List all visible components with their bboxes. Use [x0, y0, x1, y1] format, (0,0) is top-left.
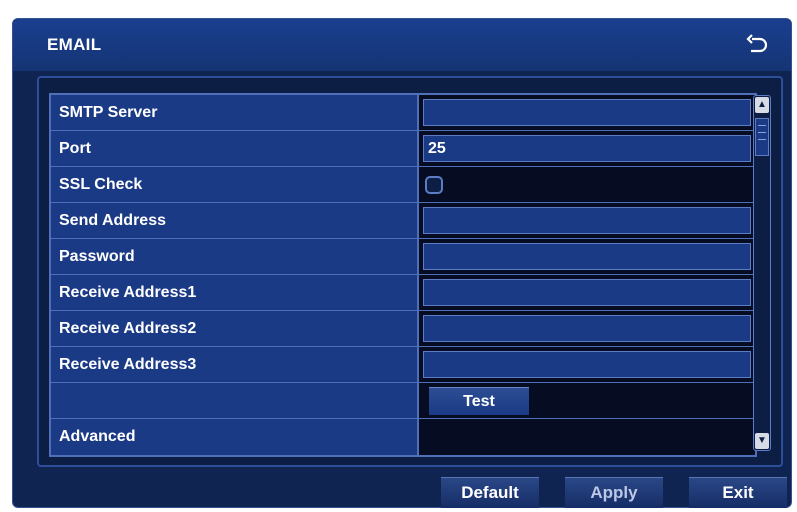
port-label: Port — [51, 131, 419, 166]
scroll-thumb[interactable] — [755, 118, 769, 156]
smtp-server-cell — [419, 95, 755, 130]
test-cell: Test — [419, 383, 755, 418]
table-row: Receive Address3 — [51, 347, 755, 383]
receive-address2-cell — [419, 311, 755, 346]
back-arrow-icon[interactable] — [745, 33, 769, 57]
window-title: EMAIL — [47, 35, 102, 54]
apply-button[interactable]: Apply — [565, 477, 663, 508]
send-address-field[interactable] — [423, 207, 751, 234]
title-bar: EMAIL — [13, 19, 791, 71]
receive-address1-label: Receive Address1 — [51, 275, 419, 310]
advanced-label[interactable]: Advanced — [51, 419, 419, 455]
send-address-cell — [419, 203, 755, 238]
triangle-up-icon[interactable]: ▲ — [755, 97, 769, 113]
ssl-check-label: SSL Check — [51, 167, 419, 202]
default-button[interactable]: Default — [441, 477, 539, 508]
table-row: Port 25 — [51, 131, 755, 167]
table-row: Test — [51, 383, 755, 419]
receive-address3-label: Receive Address3 — [51, 347, 419, 382]
table-row: Receive Address2 — [51, 311, 755, 347]
password-cell — [419, 239, 755, 274]
exit-button[interactable]: Exit — [689, 477, 787, 508]
table-row: SMTP Server — [51, 95, 755, 131]
receive-address3-cell — [419, 347, 755, 382]
ssl-check-checkbox[interactable] — [425, 176, 443, 194]
table-row: Password — [51, 239, 755, 275]
receive-address1-field[interactable] — [423, 279, 751, 306]
email-settings-window: EMAIL SMTP Server Port 25 SSL Check Send… — [12, 18, 792, 508]
send-address-label: Send Address — [51, 203, 419, 238]
table-row: SSL Check — [51, 167, 755, 203]
triangle-down-icon[interactable]: ▼ — [755, 433, 769, 449]
test-button[interactable]: Test — [429, 387, 529, 415]
receive-address3-field[interactable] — [423, 351, 751, 378]
password-label: Password — [51, 239, 419, 274]
settings-panel: SMTP Server Port 25 SSL Check Send Addre… — [37, 76, 783, 467]
scrollbar[interactable]: ▲ ▼ — [753, 95, 771, 451]
advanced-cell — [419, 419, 755, 455]
password-field[interactable] — [423, 243, 751, 270]
settings-table: SMTP Server Port 25 SSL Check Send Addre… — [49, 93, 757, 457]
receive-address1-cell — [419, 275, 755, 310]
test-row-label — [51, 383, 419, 418]
port-field[interactable]: 25 — [423, 135, 751, 162]
receive-address2-label: Receive Address2 — [51, 311, 419, 346]
port-cell: 25 — [419, 131, 755, 166]
smtp-server-label: SMTP Server — [51, 95, 419, 130]
receive-address2-field[interactable] — [423, 315, 751, 342]
table-row: Receive Address1 — [51, 275, 755, 311]
table-row[interactable]: Advanced — [51, 419, 755, 455]
table-row: Send Address — [51, 203, 755, 239]
smtp-server-field[interactable] — [423, 99, 751, 126]
ssl-check-cell — [419, 167, 755, 202]
